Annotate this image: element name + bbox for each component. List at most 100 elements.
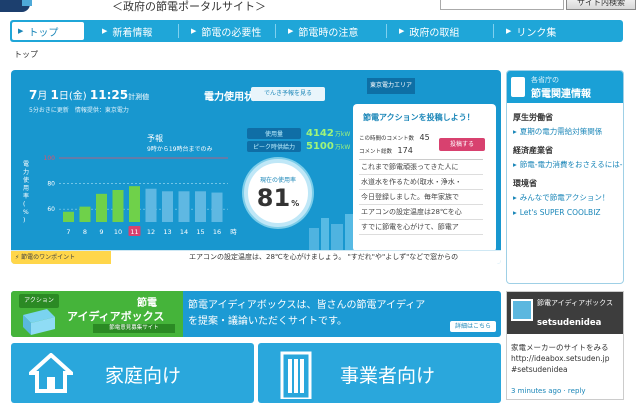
- ticker-label: ⚡ 節電のワンポイント: [11, 251, 111, 264]
- bar: [211, 192, 223, 222]
- usage-row: 使用量 4142 万kW: [247, 128, 350, 139]
- nav-item-label: トップ: [28, 27, 59, 39]
- nav-item-links[interactable]: ▶ リンク集: [494, 20, 594, 42]
- business-tile-label: 事業者向け: [340, 365, 436, 387]
- action-title: 節電アクションを投稿しよう！: [363, 113, 475, 122]
- ministry-link[interactable]: ▸ みんなで節電アクション！: [513, 192, 623, 203]
- gauge-unit: %: [291, 199, 300, 208]
- hourly-comment-label: この時間のコメント数: [359, 136, 415, 142]
- peak-label: ピーク時供給力: [247, 141, 301, 152]
- ticker-label-text: 節電のワンポイント: [21, 254, 76, 261]
- update-note: 5分おきに更新 情報提供：東京電力: [29, 107, 129, 114]
- twitter-header: 節電アイディアボックス setsudenidea: [507, 292, 623, 334]
- ministry-heading: 厚生労働省: [513, 113, 553, 122]
- nav-item-government[interactable]: ▶ 政府の取組: [387, 20, 493, 42]
- sidebar-title: 節電関連情報: [531, 89, 591, 100]
- household-tile[interactable]: 家庭向け: [11, 343, 254, 403]
- search-button[interactable]: サイト内検索: [566, 0, 636, 10]
- house-icon: [29, 353, 73, 393]
- x-tick-label: 8: [83, 228, 87, 236]
- time-suffix: 計測値: [128, 93, 150, 101]
- measurement-datetime: 7月 1日(金) 11:25計測値: [29, 87, 149, 102]
- usage-gauge: 現在の使用率 81%: [244, 159, 312, 227]
- x-tick-label: 9: [99, 228, 103, 236]
- month-unit: 月: [37, 91, 48, 102]
- post-button[interactable]: 投稿する: [439, 138, 485, 151]
- ideabox-title: アイディアボックス: [67, 310, 165, 323]
- sidebar-sup: 各省庁の: [531, 76, 559, 84]
- forecast-sub: 9時から19時台までのみ: [147, 146, 213, 153]
- ministry-link[interactable]: ▸ 夏期の電力需給対策関係: [513, 126, 623, 137]
- peak-row: ピーク時供給力 5100 万kW: [247, 141, 350, 152]
- business-tile[interactable]: 事業者向け: [258, 343, 501, 403]
- ideabox-more-button[interactable]: 詳細はこちら: [450, 321, 496, 332]
- ministry-link[interactable]: ▸ 節電-電力消費をおさえるには-: [513, 159, 623, 170]
- arrow-icon: ▸: [513, 208, 517, 217]
- gauge-number: 81: [256, 184, 291, 212]
- ministry-heading: 経済産業省: [513, 146, 553, 155]
- twitter-account-name: 節電アイディアボックス: [537, 299, 613, 307]
- search-input[interactable]: [440, 0, 564, 10]
- comment-item[interactable]: すでに節電を心がけて、節電ア: [359, 220, 483, 235]
- power-usage-panel: 7月 1日(金) 11:25計測値 電力使用状況 でんき予報を見る 5分おきに更…: [11, 70, 501, 264]
- arrow-icon: ▸: [513, 127, 517, 136]
- ministry-link[interactable]: ▸ Let's SUPER COOLBIZ: [513, 207, 623, 218]
- x-tick-label: 14: [180, 228, 188, 236]
- idea-box-icon: [23, 309, 55, 335]
- peak-unit: 万kW: [334, 144, 351, 151]
- tip-ticker: ⚡ 節電のワンポイント エアコンの設定温度は、28℃を心がけましょう。 "すだれ…: [11, 250, 501, 264]
- sidebar-header: 各省庁の 節電関連情報: [507, 71, 623, 103]
- gauge-label: 現在の使用率: [259, 177, 296, 184]
- comment-item[interactable]: エアコンの設定温度は28℃を心: [359, 205, 483, 220]
- bar: [79, 206, 91, 222]
- nav-item-label: 節電の必要性: [201, 27, 262, 39]
- triangle-right-icon: ▶: [191, 27, 197, 35]
- comment-item[interactable]: これまで節電頑張ってきた人に: [359, 160, 483, 175]
- forecast-button[interactable]: でんき予報を見る: [251, 87, 325, 101]
- ministry-heading: 環境省: [513, 179, 537, 188]
- usage-unit: 万kW: [334, 131, 351, 138]
- nav-item-top[interactable]: ▶ トップ: [12, 22, 84, 40]
- twitter-widget: 節電アイディアボックス setsudenidea 家電メーカーのサイトをみる h…: [506, 291, 624, 400]
- bar: [129, 186, 140, 222]
- comment-item[interactable]: 水道水を作るため(取水・浄水・: [359, 175, 483, 190]
- total-comment-label: コメント総数: [359, 149, 393, 155]
- ideabox-description: 節電アイディアボックスは、皆さんの節電アイディアを提案・議論いただくサイトです。: [188, 300, 426, 327]
- bar: [162, 191, 173, 222]
- nav-item-label: リンク集: [516, 27, 557, 39]
- nav-item-necessity[interactable]: ▶ 節電の必要性: [179, 20, 275, 42]
- comment-item[interactable]: 今日登録しました。毎年家族で: [359, 190, 483, 205]
- ideabox-tag: アクション: [19, 294, 59, 308]
- triangle-right-icon: ▶: [399, 27, 405, 35]
- usage-value: 4142: [306, 128, 334, 139]
- nav-item-caution[interactable]: ▶ 節電時の注意: [276, 20, 386, 42]
- avatar[interactable]: [511, 299, 533, 321]
- ministry-link-label: Let's SUPER COOLBIZ: [519, 208, 601, 217]
- x-tick-label: 時: [230, 228, 237, 236]
- x-tick-label: 10: [114, 228, 122, 236]
- arrow-icon: ▸: [513, 193, 517, 202]
- tweet-meta[interactable]: 3 minutes ago · reply: [511, 387, 586, 395]
- bar: [96, 193, 107, 222]
- forecast-label: 予報: [147, 134, 163, 143]
- chart-bars: [63, 186, 223, 222]
- hourly-comment-count: 45: [419, 133, 430, 142]
- nav-item-news[interactable]: ▶ 新着情報: [84, 20, 178, 42]
- peak-value: 5100: [306, 141, 334, 152]
- twitter-handle[interactable]: setsudenidea: [537, 318, 601, 328]
- day-unit: 日(金): [58, 91, 87, 102]
- main-nav: ▶ トップ ▶ 新着情報 ▶ 節電の必要性 ▶ 節電時の注意 ▶ 政府の取組 ▶…: [10, 20, 623, 42]
- ideabox-logo: アクション 節電 アイディアボックス 節電意見募集サイト: [11, 291, 183, 337]
- triangle-right-icon: ▶: [288, 27, 294, 35]
- bar: [178, 191, 190, 222]
- ideabox-banner[interactable]: アクション 節電 アイディアボックス 節電意見募集サイト 節電アイディアボックス…: [11, 291, 501, 337]
- x-tick-label: 13: [163, 228, 171, 236]
- day-value: 1: [50, 88, 59, 102]
- x-tick-label: 12: [147, 228, 155, 236]
- triangle-right-icon: ▶: [506, 27, 512, 35]
- x-tick-label: 16: [213, 228, 221, 236]
- breadcrumb: トップ: [14, 50, 38, 59]
- x-tick-label: 7: [66, 228, 70, 236]
- usage-label: 使用量: [247, 128, 301, 139]
- office-building-icon: [280, 351, 312, 399]
